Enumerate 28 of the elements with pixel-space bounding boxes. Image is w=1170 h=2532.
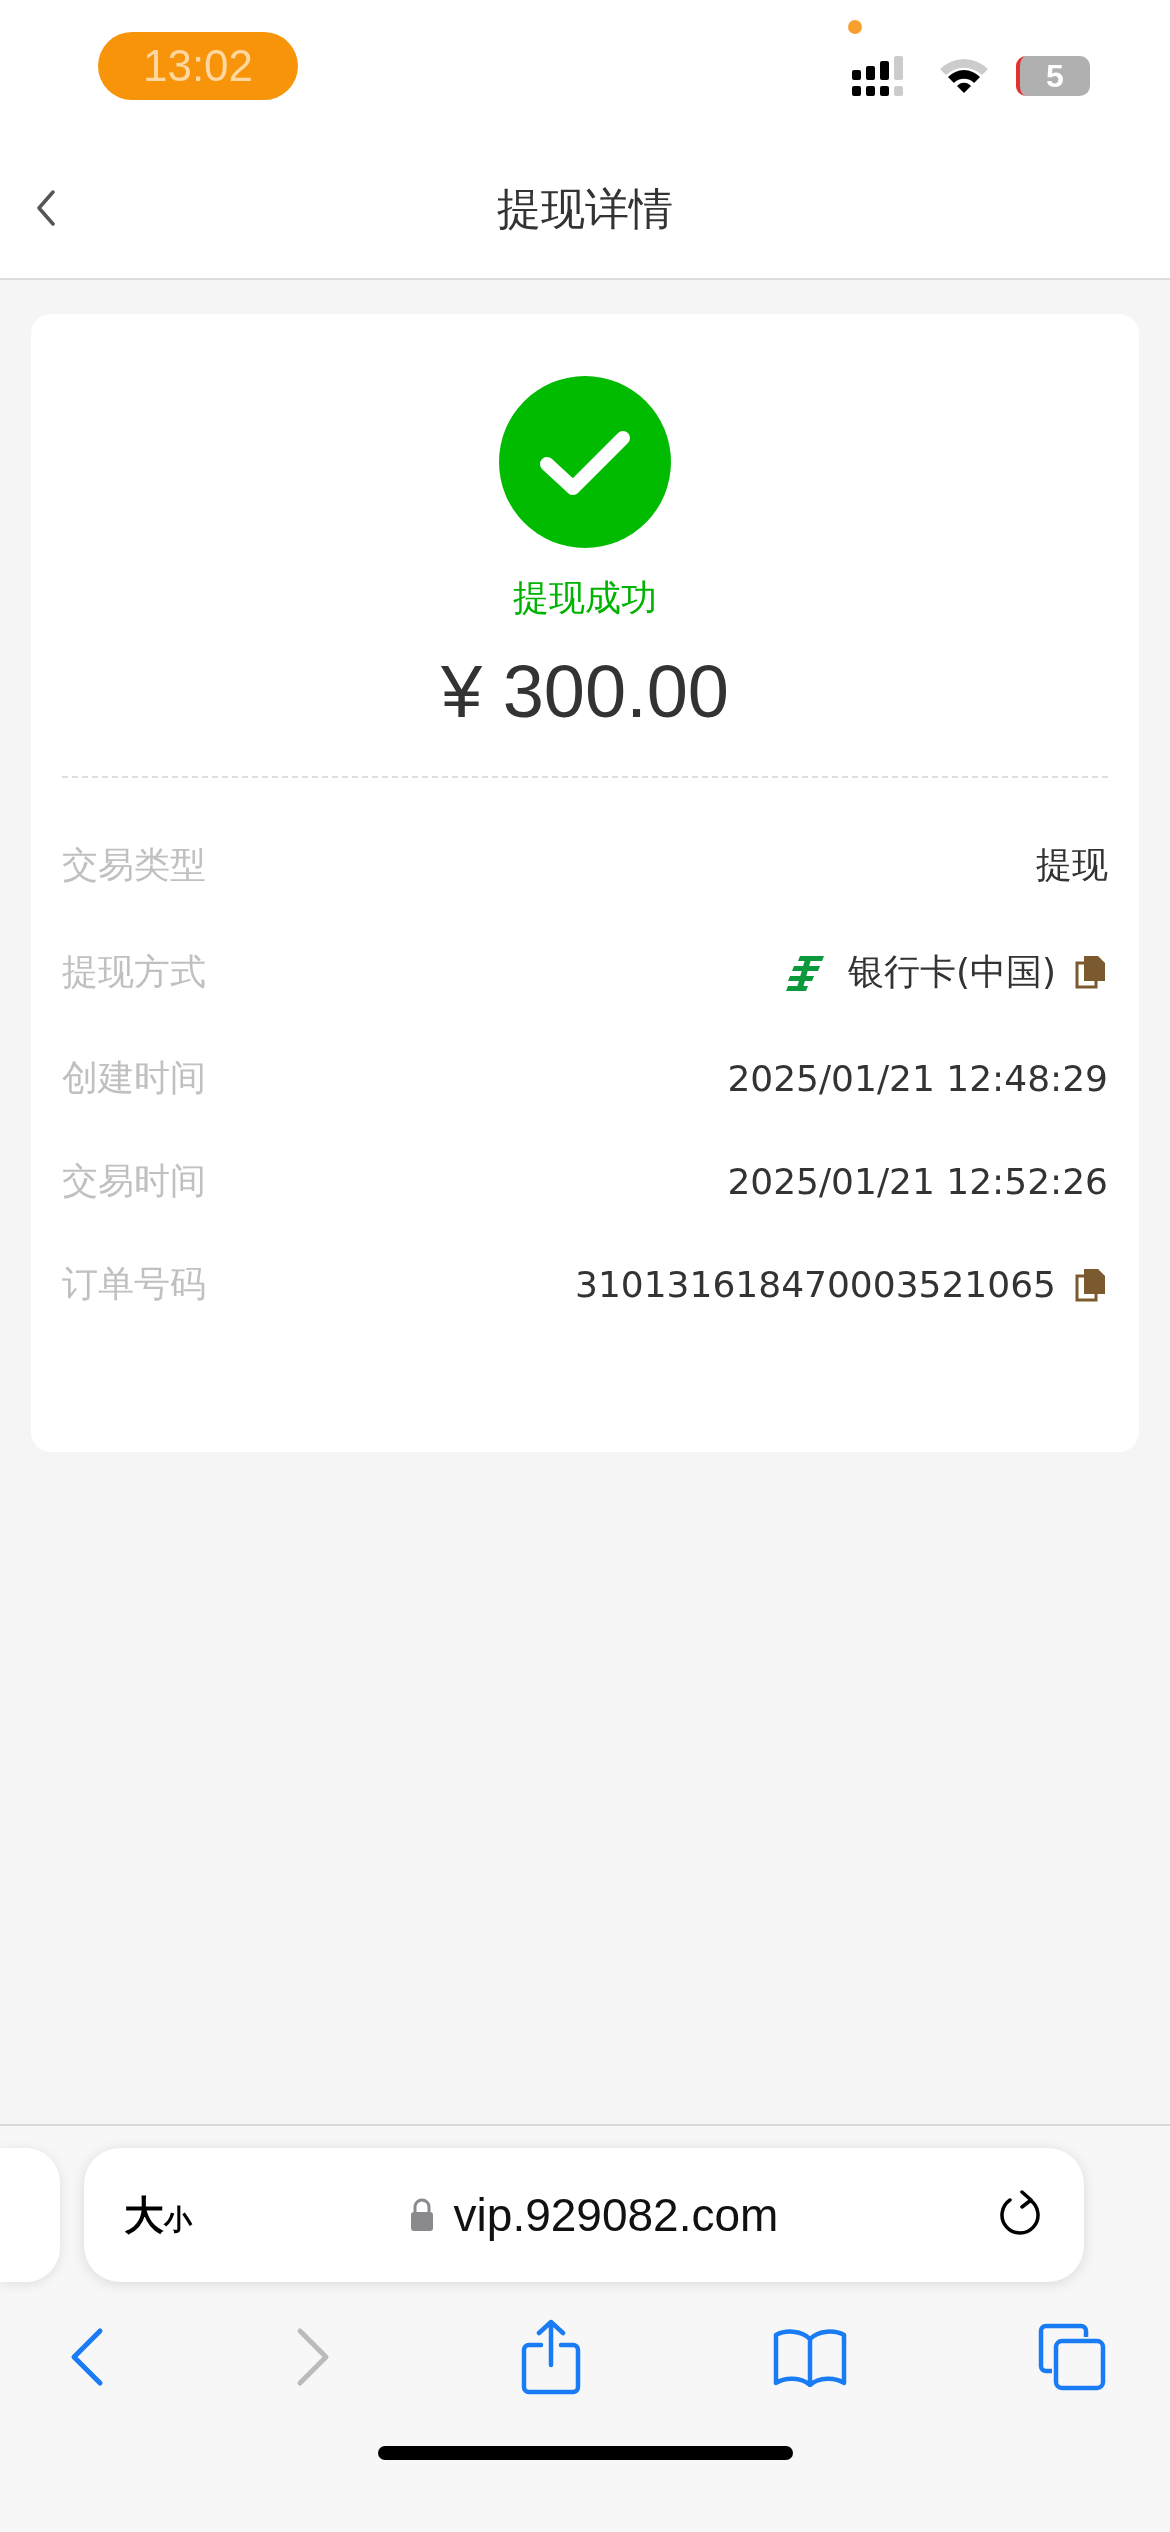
field-value: 2025/01/21 12:48:29 (727, 1058, 1108, 1099)
privacy-dot (848, 20, 862, 34)
address-bar[interactable]: 大小 vip.929082.com (84, 2148, 1084, 2282)
share-icon[interactable] (521, 2319, 581, 2395)
status-text: 提现成功 (513, 576, 657, 620)
copy-icon[interactable] (1074, 954, 1108, 990)
tabs-icon[interactable] (1038, 2323, 1106, 2391)
field-value: 提现 (1036, 843, 1108, 887)
back-icon[interactable] (36, 190, 56, 226)
field-label: 创建时间 (62, 1056, 206, 1100)
bookmarks-icon[interactable] (772, 2327, 847, 2387)
amount: ¥ 300.00 (440, 649, 730, 734)
page-title: 提现详情 (497, 181, 673, 236)
field-label: 交易类型 (62, 843, 206, 887)
lock-icon (409, 2198, 434, 2232)
field-value: 银行卡(中国) (847, 949, 1056, 994)
wifi-icon (938, 57, 990, 95)
status-time: 13:02 (142, 41, 254, 91)
url-text: vip.929082.com (453, 2188, 779, 2242)
field-value: 310131618470003521065 (575, 1264, 1056, 1305)
field-label: 交易时间 (62, 1159, 206, 1203)
text-size-button[interactable]: 大小 (124, 2187, 192, 2243)
field-value: 2025/01/21 12:52:26 (727, 1161, 1108, 1202)
field-label: 提现方式 (62, 949, 206, 994)
back-icon[interactable] (70, 2327, 104, 2387)
field-label: 订单号码 (62, 1262, 206, 1306)
battery-level: 5 (1046, 57, 1064, 95)
copy-icon[interactable] (1074, 1266, 1108, 1303)
